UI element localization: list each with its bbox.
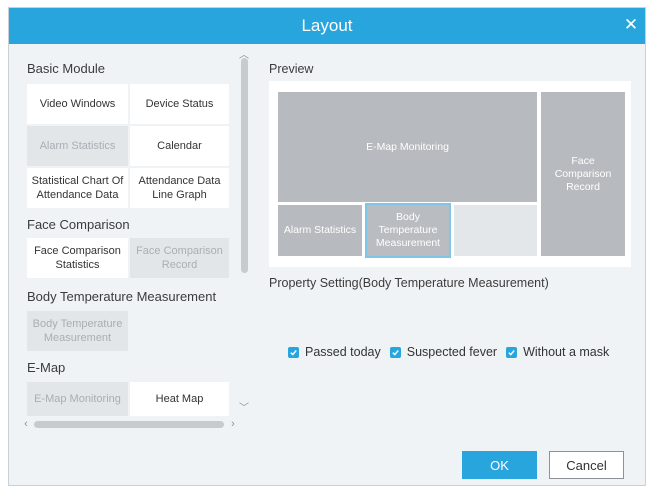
tile-label-line1: Body Temperature [32,318,123,330]
option-label: Suspected fever [406,345,498,359]
tile-body-temperature-measurement[interactable]: Body Temperature Measurement [27,311,128,351]
layout-dialog: Layout ✕ Basic Module Video Windows Devi… [8,7,646,486]
preview-label-line3: Measurement [375,237,441,249]
section-face-comparison: Face Comparison [27,217,130,232]
ok-button[interactable]: OK [462,451,537,479]
tile-label-line2: Record [161,259,198,271]
checkbox-checked-icon[interactable] [506,346,518,358]
checkbox-checked-icon[interactable] [389,346,401,358]
close-icon[interactable]: ✕ [621,15,641,35]
preview-alarm-statistics[interactable]: Alarm Statistics [278,205,362,256]
tile-label-line1: Statistical Chart Of [31,175,124,187]
preview-label-line2: Comparison [554,167,612,180]
preview-area: E-Map Monitoring Face Comparison Record … [269,81,631,267]
scroll-right-icon[interactable]: › [227,418,239,430]
scroll-left-icon[interactable]: ‹ [20,418,32,430]
property-setting-label: Property Setting(Body Temperature Measur… [269,276,549,290]
section-e-map: E-Map [27,360,66,375]
preview-label-line1: Body [396,211,420,223]
vertical-scrollbar-thumb[interactable] [241,58,248,273]
option-label: Passed today [305,345,381,359]
option-label: Without a mask [523,345,610,359]
preview-body-temperature-measurement[interactable]: Body Temperature Measurement [365,203,451,258]
horizontal-scrollbar-thumb[interactable] [34,421,224,428]
title-bar: Layout ✕ [9,8,645,44]
tile-label-line2: Attendance Data [36,189,119,201]
scroll-down-icon[interactable]: ﹀ [238,403,250,415]
tile-label-line2: Statistics [55,259,100,271]
tile-e-map-monitoring[interactable]: E-Map Monitoring [27,382,128,416]
dialog-title: Layout [301,16,353,35]
preview-label: Preview [269,62,314,76]
checkbox-checked-icon[interactable] [288,346,299,358]
cancel-button[interactable]: Cancel [549,451,624,479]
tile-statistical-chart-attendance[interactable]: Statistical Chart Of Attendance Data [27,168,128,208]
tile-calendar[interactable]: Calendar [130,126,229,166]
preview-face-comparison-record[interactable]: Face Comparison Record [541,92,625,256]
tile-label-line2: Measurement [43,332,112,344]
option-passed-today[interactable]: Passed today [288,345,381,359]
tile-face-comparison-record[interactable]: Face Comparison Record [130,238,229,278]
tile-heat-map[interactable]: Heat Map [130,382,229,416]
tile-video-windows[interactable]: Video Windows [27,84,128,124]
preview-label-line2: Temperature [378,224,438,236]
property-options: Passed today Suspected fever Without a m… [288,344,618,360]
preview-label-line1: Face [571,154,595,167]
tile-label-line1: Face Comparison [136,245,223,257]
preview-e-map-monitoring[interactable]: E-Map Monitoring [278,92,537,202]
option-without-a-mask[interactable]: Without a mask [506,345,609,359]
tile-face-comparison-statistics[interactable]: Face Comparison Statistics [27,238,128,278]
tile-device-status[interactable]: Device Status [130,84,229,124]
preview-empty-slot[interactable] [454,205,537,256]
tile-alarm-statistics[interactable]: Alarm Statistics [27,126,128,166]
option-suspected-fever[interactable]: Suspected fever [389,345,498,359]
section-body-temperature: Body Temperature Measurement [27,289,217,304]
tile-label-line2: Line Graph [152,189,207,201]
section-basic-module: Basic Module [27,61,106,76]
tile-label-line1: Attendance Data [138,175,221,187]
tile-label-line1: Face Comparison [34,245,121,257]
tile-attendance-line-graph[interactable]: Attendance Data Line Graph [130,168,229,208]
preview-label-line3: Record [566,180,600,193]
